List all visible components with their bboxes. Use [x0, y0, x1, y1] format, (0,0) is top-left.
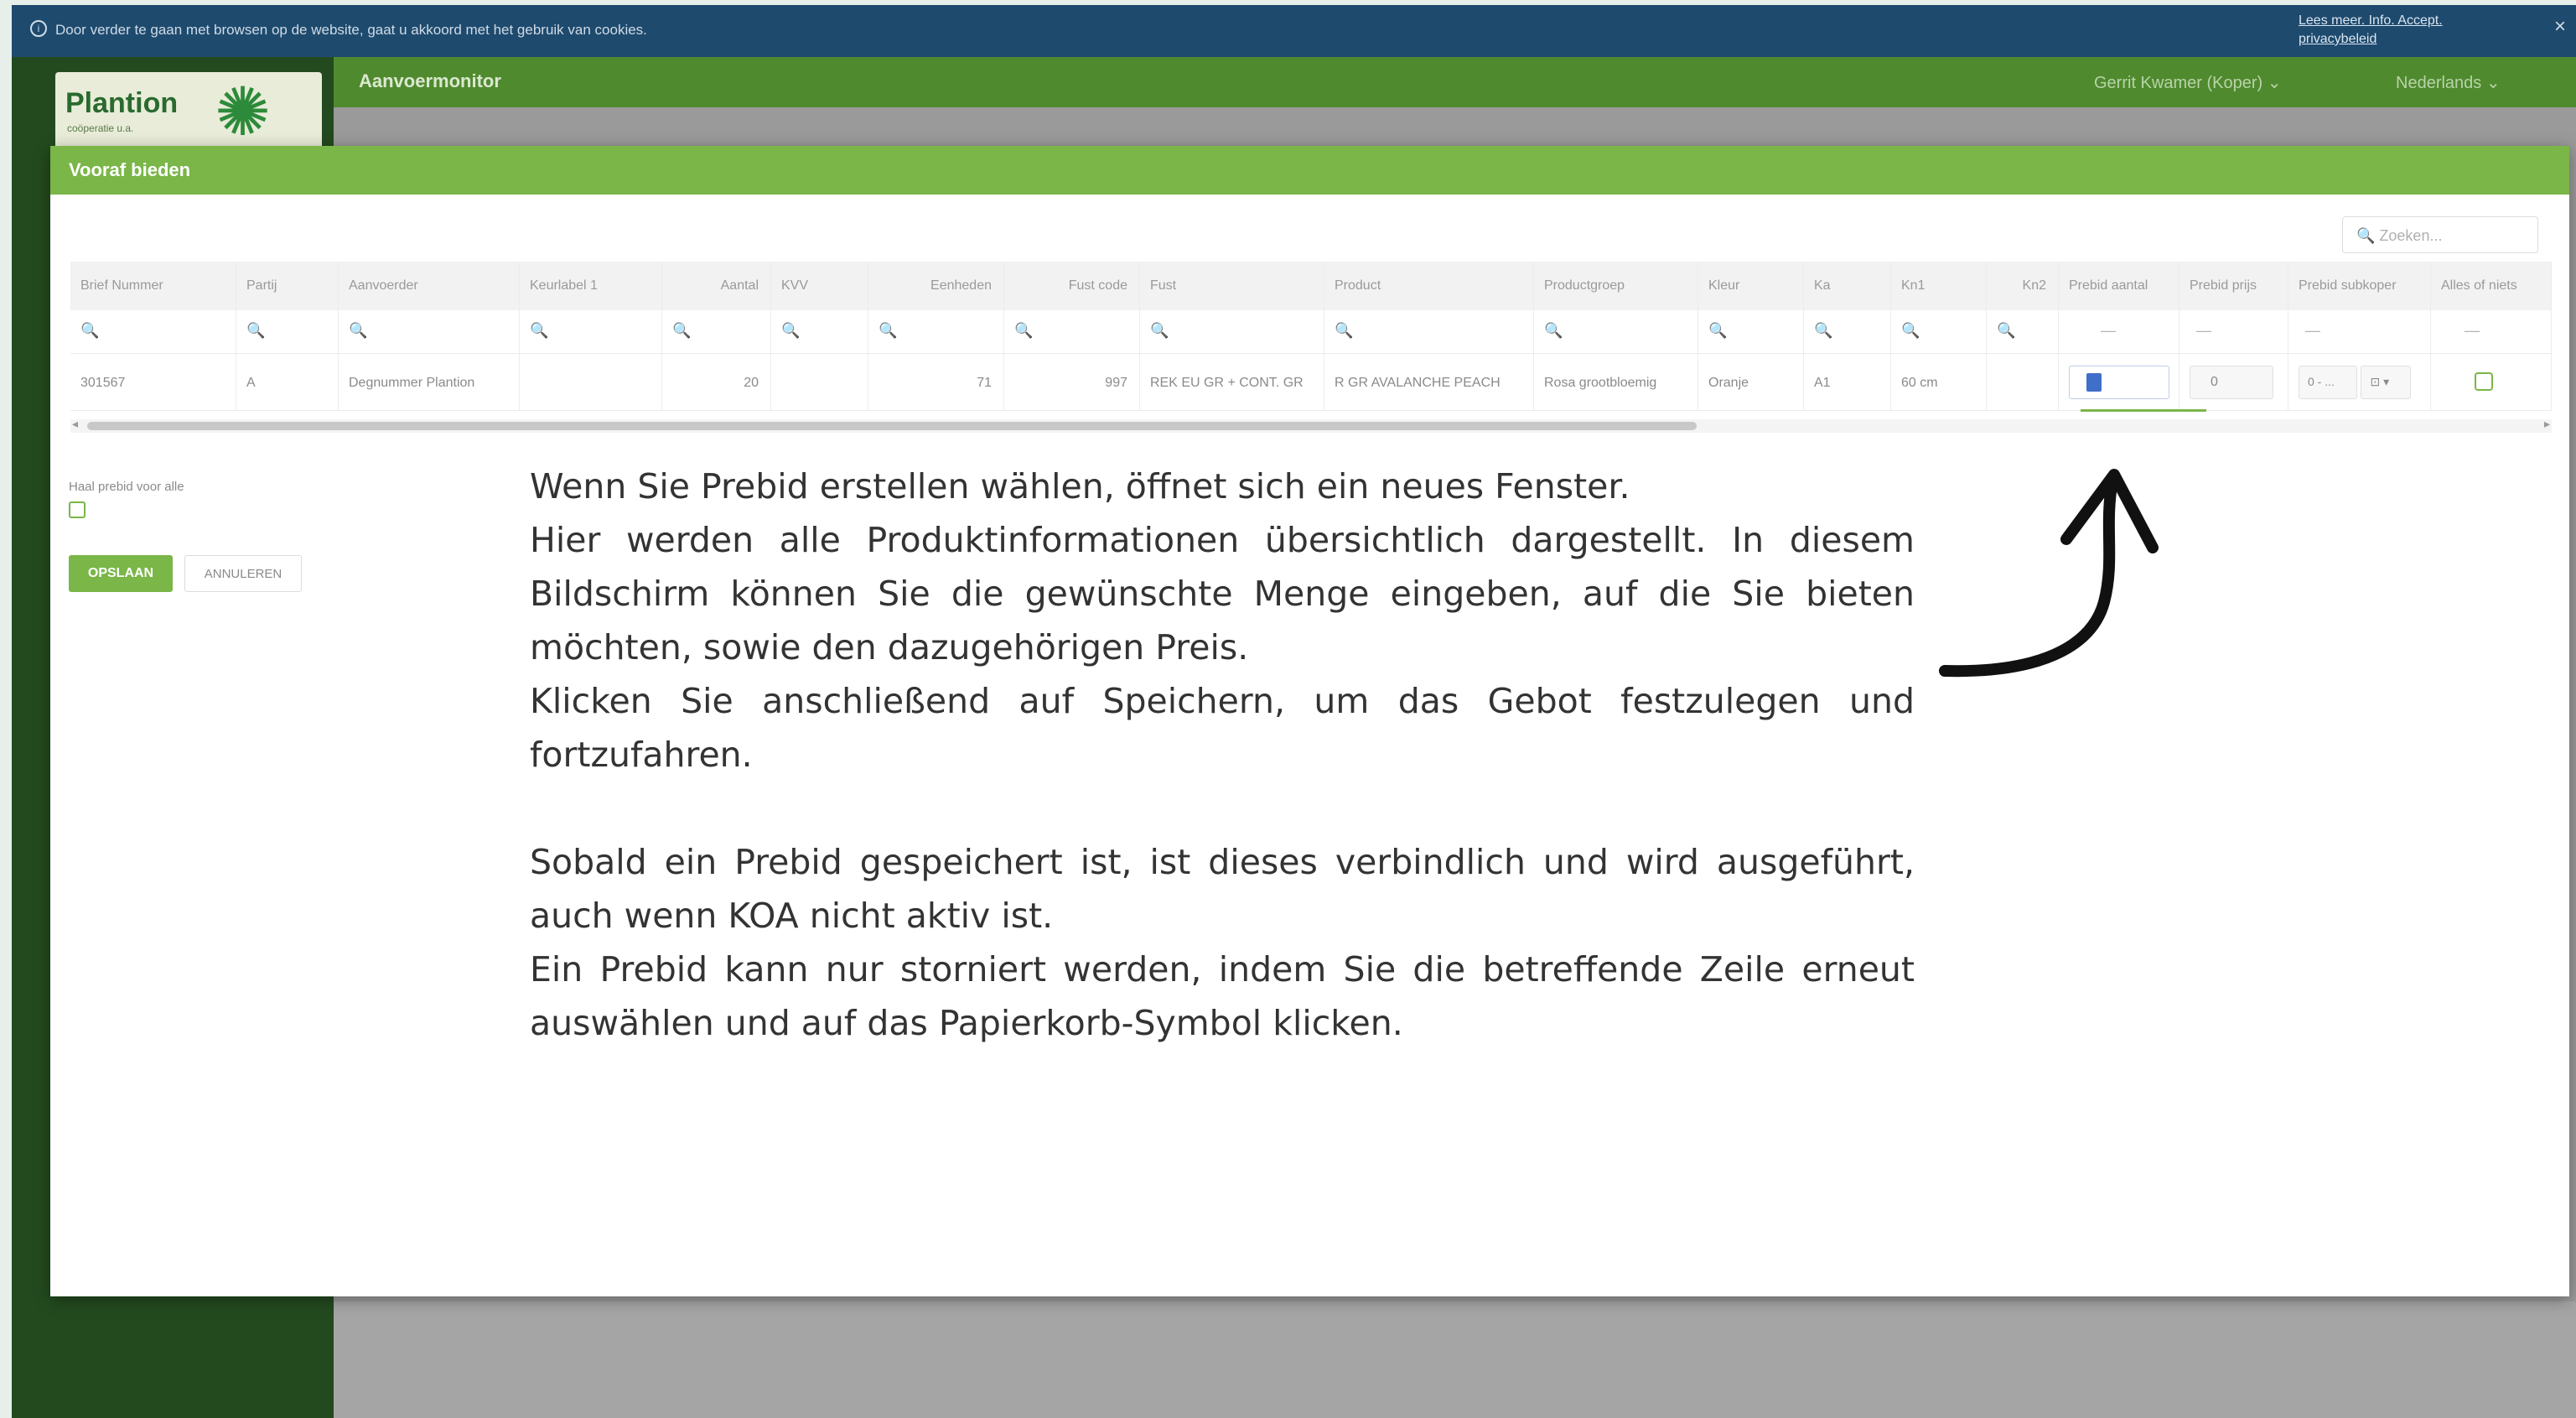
col-aantal[interactable]: Aantal — [662, 262, 771, 310]
cell-fust: REK EU GR + CONT. GR — [1140, 354, 1324, 410]
search-input[interactable]: 🔍 Zoeken... — [2342, 216, 2538, 253]
cell-alles-of-niets — [2431, 354, 2552, 410]
logo-name: Plantion — [65, 87, 179, 119]
filter-search-icon[interactable]: 🔍 — [1534, 310, 1698, 353]
background-content — [334, 1301, 2576, 1418]
active-input-underline — [2081, 409, 2206, 412]
col-eenheden[interactable]: Eenheden — [868, 262, 1004, 310]
cell-fust-code: 997 — [1004, 354, 1140, 410]
filter-search-icon[interactable]: 🔍 — [771, 310, 868, 353]
filter-search-icon[interactable]: 🔍 — [868, 310, 1004, 353]
cell-ka: A1 — [1804, 354, 1891, 410]
filter-search-icon[interactable]: 🔍 — [520, 310, 662, 353]
top-navigation: Aanvoermonitor Gerrit Kwamer (Koper) ⌄ N… — [334, 57, 2576, 107]
col-fust[interactable]: Fust — [1140, 262, 1324, 310]
filter-search-icon[interactable]: 🔍 — [1140, 310, 1324, 353]
alles-of-niets-checkbox[interactable] — [2475, 372, 2493, 391]
col-kn1[interactable]: Kn1 — [1891, 262, 1987, 310]
col-partij[interactable]: Partij — [236, 262, 339, 310]
filter-dash: — — [2288, 310, 2431, 353]
table-row[interactable]: 301567 A Degnummer Plantion 20 71 997 RE… — [70, 354, 2552, 411]
modal-title: Vooraf bieden — [69, 159, 191, 180]
col-prebid-subkoper[interactable]: Prebid subkoper — [2288, 262, 2431, 310]
page-title: Aanvoermonitor — [359, 70, 501, 91]
filter-search-icon[interactable]: 🔍 — [1324, 310, 1534, 353]
instruction-paragraph: Hier werden alle Produktinformationen üb… — [530, 520, 1915, 667]
filter-search-icon[interactable]: 🔍 — [662, 310, 771, 353]
cell-kn1: 60 cm — [1891, 354, 1987, 410]
pointer-arrow-icon — [1939, 469, 2159, 678]
cell-kleur: Oranje — [1698, 354, 1804, 410]
cookie-privacy-link[interactable]: Lees meer. Info. Accept. privacybeleid — [2299, 12, 2466, 49]
col-aanvoerder[interactable]: Aanvoerder — [339, 262, 520, 310]
cell-prebid-prijs: 0 — [2179, 354, 2288, 410]
info-icon: i — [30, 20, 47, 37]
close-icon[interactable]: × — [2554, 15, 2566, 39]
cell-aantal: 20 — [662, 354, 771, 410]
cell-product: R GR AVALANCHE PEACH — [1324, 354, 1534, 410]
logo-subtitle: coöperatie u.a. — [67, 122, 134, 134]
instruction-text: Wenn Sie Prebid erstellen wählen, öffnet… — [530, 460, 1915, 1050]
input-cursor-icon — [2086, 373, 2102, 392]
prebid-prijs-input[interactable]: 0 — [2190, 366, 2273, 399]
filter-search-icon[interactable]: 🔍 — [1698, 310, 1804, 353]
user-menu[interactable]: Gerrit Kwamer (Koper) ⌄ — [2094, 72, 2281, 93]
logo-flower-icon: ✺ — [215, 75, 272, 149]
prebid-aantal-input[interactable] — [2069, 366, 2169, 399]
instruction-paragraph: Wenn Sie Prebid erstellen wählen, öffnet… — [530, 466, 1630, 506]
scroll-left-icon[interactable]: ◂ — [72, 417, 78, 431]
cell-prebid-subkoper: 0 - ... ⊡ ▾ — [2288, 354, 2431, 410]
col-prebid-aantal[interactable]: Prebid aantal — [2059, 262, 2179, 310]
filter-dash: — — [2059, 310, 2179, 353]
filter-search-icon[interactable]: 🔍 — [339, 310, 520, 353]
modal-header: Vooraf bieden — [50, 146, 2569, 195]
col-kvv[interactable]: KVV — [771, 262, 868, 310]
cell-productgroep: Rosa grootbloemig — [1534, 354, 1698, 410]
cell-kvv — [771, 354, 868, 410]
filter-dash: — — [2431, 310, 2552, 353]
col-prebid-prijs[interactable]: Prebid prijs — [2179, 262, 2288, 310]
col-keurlabel[interactable]: Keurlabel 1 — [520, 262, 662, 310]
prebid-subkoper-select[interactable]: 0 - ... — [2299, 366, 2357, 399]
prebid-all-checkbox[interactable] — [69, 501, 86, 518]
logo[interactable]: Plantion coöperatie u.a. ✺ — [55, 72, 322, 153]
cell-brief-nummer: 301567 — [70, 354, 236, 410]
filter-search-icon[interactable]: 🔍 — [1804, 310, 1891, 353]
filter-search-icon[interactable]: 🔍 — [236, 310, 339, 353]
cell-partij: A — [236, 354, 339, 410]
cell-eenheden: 71 — [868, 354, 1004, 410]
filter-dash: — — [2179, 310, 2288, 353]
cell-keurlabel — [520, 354, 662, 410]
cell-prebid-aantal — [2059, 354, 2179, 410]
filter-search-icon[interactable]: 🔍 — [1891, 310, 1987, 353]
instruction-paragraph: Ein Prebid kann nur storniert werden, in… — [530, 949, 1915, 1043]
instruction-paragraph: Sobald ein Prebid gespeichert ist, ist d… — [530, 842, 1915, 936]
cancel-button[interactable]: ANNULEREN — [184, 555, 302, 592]
language-select[interactable]: Nederlands ⌄ — [2396, 72, 2501, 93]
col-kleur[interactable]: Kleur — [1698, 262, 1804, 310]
instruction-paragraph: Klicken Sie anschließend auf Speichern, … — [530, 681, 1915, 775]
cookie-message: Door verder te gaan met browsen op de we… — [55, 22, 647, 38]
col-productgroep[interactable]: Productgroep — [1534, 262, 1698, 310]
filter-search-icon[interactable]: 🔍 — [1987, 310, 2059, 353]
save-button[interactable]: OPSLAAN — [69, 555, 173, 592]
filter-row: 🔍 🔍 🔍 🔍 🔍 🔍 🔍 🔍 🔍 🔍 🔍 🔍 🔍 🔍 🔍 — — — — — [70, 310, 2552, 354]
scroll-right-icon[interactable]: ▸ — [2544, 417, 2550, 431]
col-alles-of-niets[interactable]: Alles of niets — [2431, 262, 2552, 310]
scrollbar-thumb[interactable] — [87, 422, 1697, 430]
cookie-bar: i Door verder te gaan met browsen op de … — [12, 5, 2576, 57]
table-header: Brief Nummer Partij Aanvoerder Keurlabel… — [70, 262, 2552, 310]
prebid-all-label: Haal prebid voor alle — [69, 480, 184, 494]
col-product[interactable]: Product — [1324, 262, 1534, 310]
filter-search-icon[interactable]: 🔍 — [1004, 310, 1140, 353]
cell-aanvoerder: Degnummer Plantion — [339, 354, 520, 410]
filter-search-icon[interactable]: 🔍 — [70, 310, 236, 353]
horizontal-scrollbar[interactable]: ◂ ▸ — [70, 417, 2552, 433]
col-kn2[interactable]: Kn2 — [1987, 262, 2059, 310]
col-fust-code[interactable]: Fust code — [1004, 262, 1140, 310]
col-brief-nummer[interactable]: Brief Nummer — [70, 262, 236, 310]
prebid-subkoper-dropdown[interactable]: ⊡ ▾ — [2361, 366, 2412, 399]
col-ka[interactable]: Ka — [1804, 262, 1891, 310]
cell-kn2 — [1987, 354, 2059, 410]
